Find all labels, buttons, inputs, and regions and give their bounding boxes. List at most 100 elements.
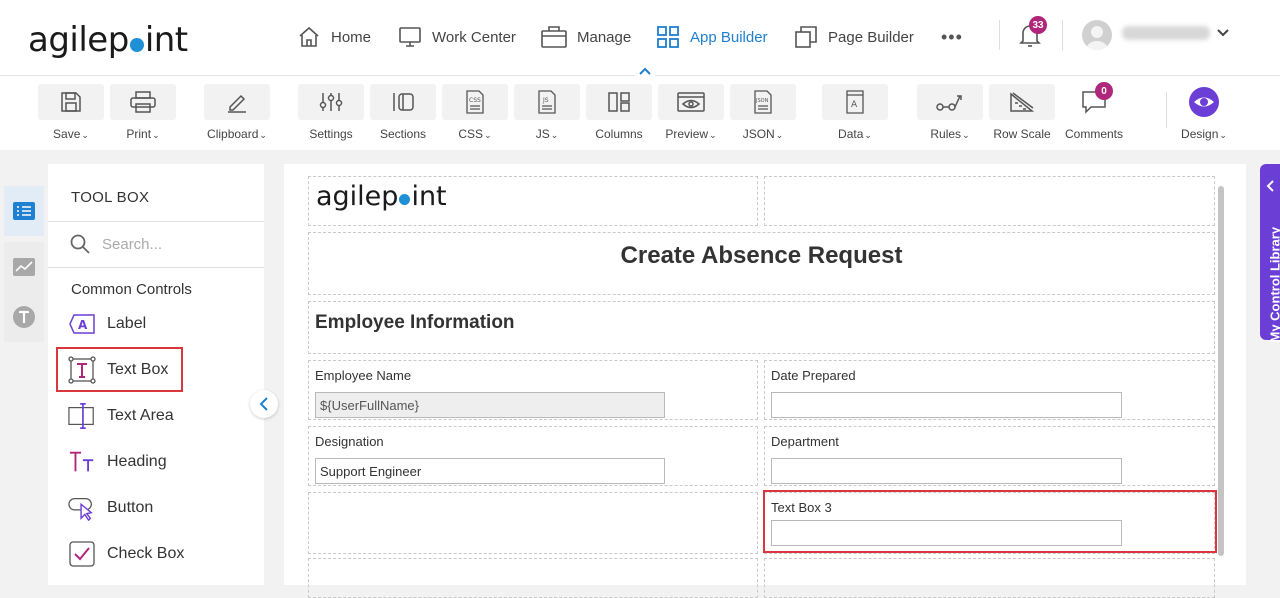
form-canvas: agilep int Create Absence Request Employe… — [284, 164, 1246, 585]
chevron-left-icon — [259, 397, 269, 411]
nav-app-builder[interactable]: App Builder — [656, 22, 768, 52]
rules-button[interactable]: Rules⌄ — [917, 84, 983, 141]
design-eye-icon — [1188, 86, 1220, 118]
toolbox-title: TOOL BOX — [71, 189, 149, 206]
preview-button[interactable]: Preview⌄ — [658, 84, 724, 141]
heading-control-icon — [68, 449, 96, 475]
department-cell[interactable]: Department — [764, 426, 1215, 486]
print-button[interactable]: Print⌄ — [110, 84, 176, 141]
more-dots: ••• — [941, 27, 963, 48]
date-prepared-field[interactable] — [771, 392, 1122, 418]
nav-divider — [999, 20, 1000, 50]
monitor-icon — [398, 25, 422, 49]
user-name-blurred — [1122, 26, 1210, 40]
empty-cell[interactable] — [308, 492, 758, 554]
canvas-scrollbar[interactable] — [1218, 186, 1224, 556]
save-label: Save — [53, 127, 80, 141]
text-box-3-highlight — [763, 490, 1217, 553]
print-label: Print — [126, 127, 151, 141]
empty-cell[interactable] — [308, 558, 758, 598]
checkbox-control-icon — [69, 541, 95, 567]
employee-name-field[interactable]: ${UserFullName} — [315, 392, 665, 418]
json-label: JSON — [743, 127, 775, 141]
comments-button[interactable]: 0 Comments — [1061, 84, 1127, 141]
nav-work-center[interactable]: Work Center — [398, 22, 516, 52]
logo-text-left: agilep — [28, 20, 129, 60]
nav-page-builder[interactable]: Page Builder — [794, 22, 914, 52]
toolbox-item-text-area[interactable]: Text Area — [68, 398, 174, 434]
designation-cell[interactable]: Designation Support Engineer — [308, 426, 758, 486]
department-field[interactable] — [771, 458, 1122, 484]
toolbox-item-heading[interactable]: Heading — [68, 444, 167, 480]
svg-text:A: A — [78, 318, 88, 332]
nav-home-label: Home — [331, 29, 371, 46]
designation-field[interactable]: Support Engineer — [315, 458, 665, 484]
rules-label: Rules — [930, 127, 961, 141]
toolbox-item-heading-text: Heading — [107, 453, 167, 471]
agilepoint-logo[interactable]: agilep int — [28, 20, 188, 60]
form-title: Create Absence Request — [309, 242, 1214, 270]
caret: ⌄ — [551, 130, 559, 140]
nav-manage[interactable]: Manage — [541, 22, 631, 52]
list-icon — [13, 202, 35, 220]
chevron-up-icon — [639, 67, 651, 75]
pages-icon — [794, 25, 818, 49]
comments-label: Comments — [1065, 127, 1123, 141]
settings-button[interactable]: Settings — [298, 84, 364, 141]
title-cell[interactable]: Create Absence Request — [308, 232, 1215, 295]
json-button[interactable]: JSON JSON⌄ — [730, 84, 796, 141]
logo-dot — [130, 38, 144, 52]
save-button[interactable]: Save⌄ — [38, 84, 104, 141]
chart-tab[interactable] — [4, 242, 44, 292]
data-button[interactable]: A Data⌄ — [822, 84, 888, 141]
notifications-button[interactable]: 33 — [1018, 22, 1042, 53]
nav-home[interactable]: Home — [297, 22, 371, 52]
empty-cell[interactable] — [764, 558, 1215, 598]
save-icon — [60, 91, 82, 113]
employee-name-cell[interactable]: Employee Name ${UserFullName} — [308, 360, 758, 420]
chevron-down-icon[interactable] — [1216, 28, 1230, 38]
row-scale-label: Row Scale — [993, 127, 1050, 141]
js-file-icon: JS — [536, 90, 558, 114]
nav-work-center-label: Work Center — [432, 29, 516, 46]
js-button[interactable]: JS JS⌄ — [514, 84, 580, 141]
more-menu-button[interactable]: ••• — [941, 22, 963, 52]
notification-badge: 33 — [1029, 16, 1047, 34]
nav-divider-2 — [1062, 20, 1063, 50]
designation-label: Designation — [315, 434, 384, 449]
toolbox-search-input[interactable]: Search... — [70, 234, 162, 254]
rules-flow-icon — [935, 91, 965, 113]
nav-manage-label: Manage — [577, 29, 631, 46]
toolbox-group-title: Common Controls — [71, 281, 192, 298]
left-icon-bar — [0, 164, 48, 585]
form-logo-dot — [399, 194, 410, 205]
date-prepared-cell[interactable]: Date Prepared — [764, 360, 1215, 420]
theme-tab[interactable] — [4, 292, 44, 342]
empty-cell[interactable] — [764, 176, 1215, 226]
my-control-library-tab[interactable]: My Control Library — [1260, 164, 1280, 340]
logo-text-right: int — [145, 20, 188, 60]
my-control-library-label: My Control Library — [1268, 193, 1280, 343]
nav-page-builder-label: Page Builder — [828, 29, 914, 46]
section-header-cell[interactable]: Employee Information — [308, 301, 1215, 354]
toolbox-item-label[interactable]: A Label — [68, 306, 146, 342]
sections-button[interactable]: Sections — [370, 84, 436, 141]
logo-cell[interactable]: agilep int — [308, 176, 758, 226]
button-control-icon — [68, 495, 96, 521]
chart-icon — [13, 258, 35, 276]
collapse-toolbox-button[interactable] — [250, 390, 278, 418]
toolbox-item-check-box[interactable]: Check Box — [68, 536, 184, 572]
pencil-icon — [226, 91, 248, 113]
row-scale-button[interactable]: Row Scale — [989, 84, 1055, 141]
form-logo-right: int — [411, 181, 446, 212]
css-button[interactable]: CSS CSS⌄ — [442, 84, 508, 141]
design-button[interactable]: Design⌄ — [1171, 84, 1237, 141]
columns-button[interactable]: Columns — [586, 84, 652, 141]
clipboard-button[interactable]: Clipboard⌄ — [204, 84, 270, 141]
divider — [48, 267, 264, 268]
toolbox-item-button[interactable]: Button — [68, 490, 153, 526]
form-logo-left: agilep — [316, 181, 398, 212]
avatar[interactable] — [1082, 20, 1112, 50]
settings-label: Settings — [309, 127, 352, 141]
toolbox-tab[interactable] — [4, 186, 44, 236]
